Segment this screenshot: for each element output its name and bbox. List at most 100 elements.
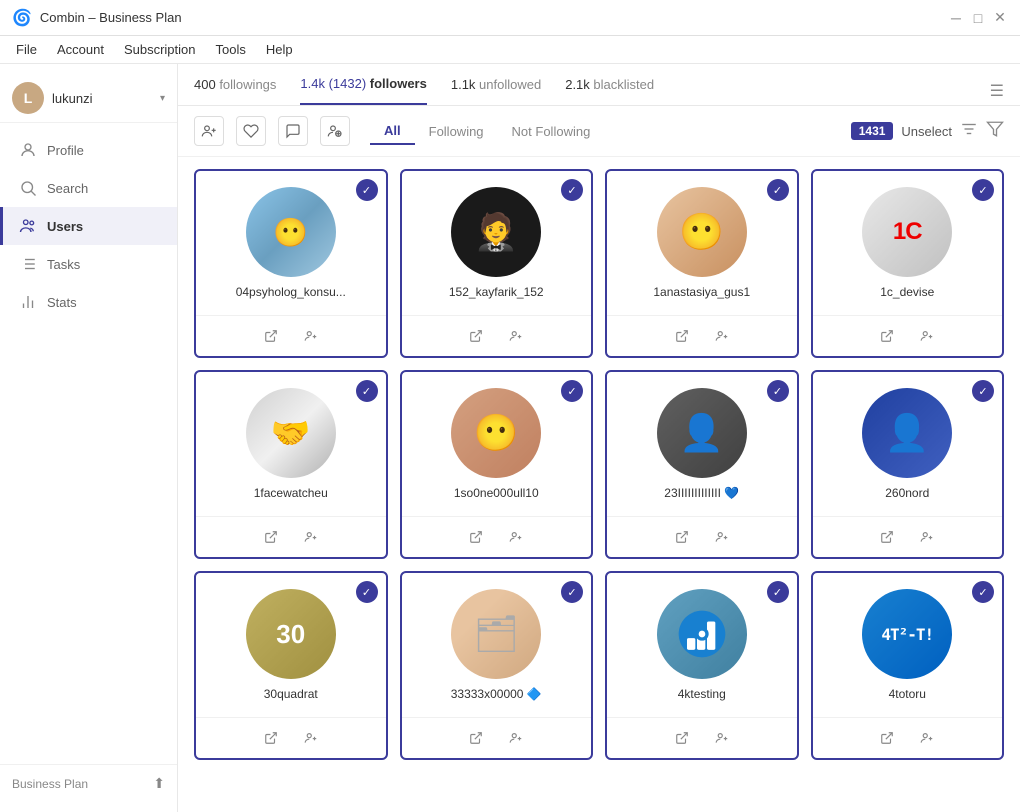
- main-content: 400 followings 1.4k (1432) followers 1.1…: [178, 64, 1020, 812]
- card-top: ✓ 30 30quadrat: [196, 573, 386, 717]
- like-button[interactable]: [236, 116, 266, 146]
- open-profile-button[interactable]: [464, 324, 488, 348]
- card-actions: [196, 516, 386, 557]
- check-badge: ✓: [972, 179, 994, 201]
- comment-button[interactable]: [278, 116, 308, 146]
- user-card: ✓ 😶 1so0ne000ull10: [400, 370, 594, 559]
- open-profile-button[interactable]: [259, 324, 283, 348]
- card-avatar: 👤: [862, 388, 952, 478]
- open-profile-button[interactable]: [875, 324, 899, 348]
- card-actions: [402, 717, 592, 758]
- open-profile-button[interactable]: [464, 726, 488, 750]
- followings-count: 400: [194, 77, 216, 92]
- stats-label: Stats: [47, 295, 77, 310]
- card-top: ✓ 😶 1so0ne000ull10: [402, 372, 592, 516]
- user-card: ✓ 🤝 1facewatcheu: [194, 370, 388, 559]
- titlebar: 🌀 Combin – Business Plan ─ □ ✕: [0, 0, 1020, 36]
- plan-label: Business Plan: [12, 777, 88, 791]
- card-username: 33333x00000 🔷: [414, 687, 580, 709]
- tasks-label: Tasks: [47, 257, 80, 272]
- card-top: ✓ 🤝 1facewatcheu: [196, 372, 386, 516]
- avatar: L: [12, 82, 44, 114]
- open-profile-button[interactable]: [875, 726, 899, 750]
- close-button[interactable]: ✕: [992, 10, 1008, 26]
- open-profile-button[interactable]: [259, 525, 283, 549]
- check-badge: ✓: [356, 380, 378, 402]
- user-card: ✓ 🤵 152_kayfarik_152: [400, 169, 594, 358]
- card-top: ✓ 4ktesting: [607, 573, 797, 717]
- card-actions: [813, 717, 1003, 758]
- filter-all[interactable]: All: [370, 118, 415, 145]
- sidebar-bottom: Business Plan ⬆: [0, 764, 177, 802]
- blacklisted-count: 2.1k: [565, 77, 590, 92]
- stat-blacklisted[interactable]: 2.1k blacklisted: [565, 77, 654, 104]
- menu-tools[interactable]: Tools: [207, 38, 253, 61]
- follow-user-button[interactable]: [915, 726, 939, 750]
- check-badge: ✓: [356, 179, 378, 201]
- sidebar-item-users[interactable]: Users: [0, 207, 177, 245]
- user-card: ✓ 👤 260nord: [811, 370, 1005, 559]
- follow-user-button[interactable]: [710, 324, 734, 348]
- user-card: ✓ 4ktesting: [605, 571, 799, 760]
- follow-user-button[interactable]: [504, 324, 528, 348]
- card-username: 152_kayfarik_152: [414, 285, 580, 307]
- menu-subscription[interactable]: Subscription: [116, 38, 204, 61]
- stat-unfollowed[interactable]: 1.1k unfollowed: [451, 77, 541, 104]
- follow-user-button[interactable]: [710, 525, 734, 549]
- card-avatar: 😶: [657, 187, 747, 277]
- search-label: Search: [47, 181, 88, 196]
- menu-file[interactable]: File: [8, 38, 45, 61]
- sidebar-item-stats[interactable]: Stats: [0, 283, 177, 321]
- card-avatar: 4Т²-Т!: [862, 589, 952, 679]
- open-profile-button[interactable]: [875, 525, 899, 549]
- filter-tabs: All Following Not Following: [370, 118, 604, 145]
- open-profile-button[interactable]: [259, 726, 283, 750]
- user-card: ✓ 4Т²-Т! 4totoru: [811, 571, 1005, 760]
- app-layout: L lukunzi ▾ Profile Search Users: [0, 64, 1020, 812]
- menu-account[interactable]: Account: [49, 38, 112, 61]
- add-user-button[interactable]: [194, 116, 224, 146]
- stat-followings[interactable]: 400 followings: [194, 77, 276, 104]
- follow-user-button[interactable]: [710, 726, 734, 750]
- check-badge: ✓: [767, 581, 789, 603]
- user-selector[interactable]: L lukunzi ▾: [0, 74, 177, 123]
- follow-user-button[interactable]: [915, 324, 939, 348]
- filter-following[interactable]: Following: [415, 118, 498, 145]
- follow-user-button[interactable]: [504, 525, 528, 549]
- open-profile-button[interactable]: [670, 726, 694, 750]
- follow-user-button[interactable]: [299, 525, 323, 549]
- sidebar-item-profile[interactable]: Profile: [0, 131, 177, 169]
- follow-user-button[interactable]: [504, 726, 528, 750]
- sidebar-item-tasks[interactable]: Tasks: [0, 245, 177, 283]
- follow-user-button[interactable]: [299, 324, 323, 348]
- unselect-button[interactable]: Unselect: [901, 124, 952, 139]
- open-profile-button[interactable]: [670, 525, 694, 549]
- maximize-button[interactable]: □: [970, 10, 986, 26]
- filter-not-following[interactable]: Not Following: [498, 118, 605, 145]
- sort-icon[interactable]: [960, 120, 978, 143]
- filter-icon[interactable]: [986, 120, 1004, 143]
- users-icon: [19, 217, 37, 235]
- upgrade-icon[interactable]: ⬆: [153, 775, 165, 792]
- card-username: 23IIIIIIIIIIIII 💙: [619, 486, 785, 508]
- app-title: Combin – Business Plan: [40, 10, 182, 25]
- check-badge: ✓: [561, 581, 583, 603]
- card-avatar: 1С: [862, 187, 952, 277]
- minimize-button[interactable]: ─: [948, 10, 964, 26]
- follow-user-button[interactable]: [299, 726, 323, 750]
- toolbar-right: 1431 Unselect: [851, 120, 1004, 143]
- card-top: ✓ 👤 23IIIIIIIIIIIII 💙: [607, 372, 797, 516]
- stat-followers[interactable]: 1.4k (1432) followers: [300, 76, 426, 105]
- followers-count: 1.4k (1432): [300, 76, 366, 91]
- card-top: ✓ 🤵 152_kayfarik_152: [402, 171, 592, 315]
- users-grid: ✓ 😶 04psyholog_konsu...: [178, 157, 1020, 812]
- follow-button[interactable]: [320, 116, 350, 146]
- check-badge: ✓: [561, 380, 583, 402]
- sidebar-item-search[interactable]: Search: [0, 169, 177, 207]
- card-actions: [402, 315, 592, 356]
- open-profile-button[interactable]: [670, 324, 694, 348]
- menu-help[interactable]: Help: [258, 38, 301, 61]
- open-profile-button[interactable]: [464, 525, 488, 549]
- list-view-icon[interactable]: ☰: [990, 83, 1004, 100]
- follow-user-button[interactable]: [915, 525, 939, 549]
